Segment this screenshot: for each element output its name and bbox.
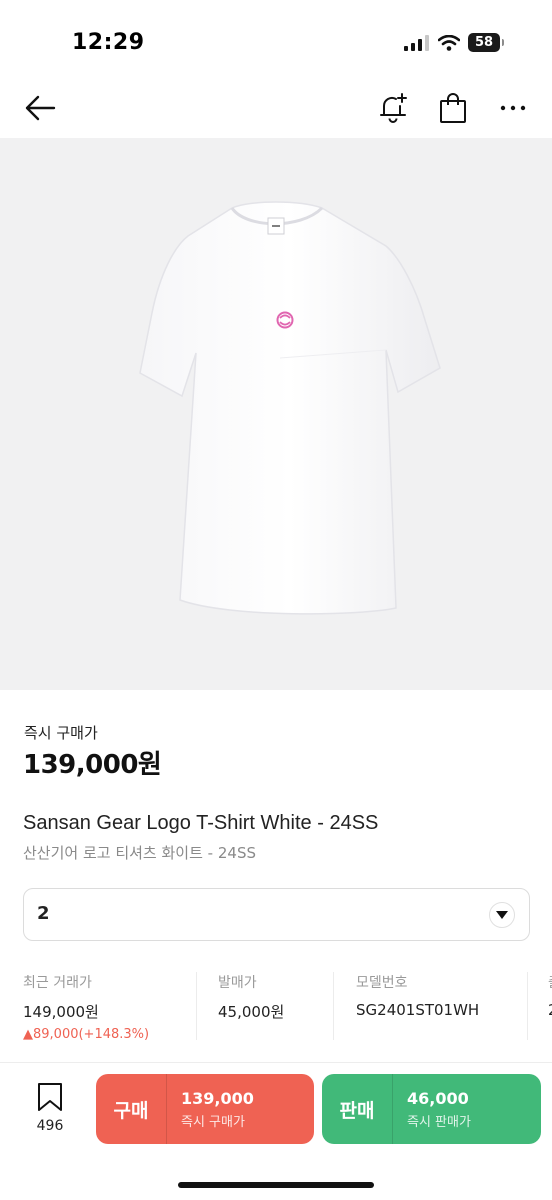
tshirt-image	[139, 201, 441, 615]
bell-plus-icon	[380, 93, 407, 123]
release-price: 발매가 45,000원	[196, 972, 284, 1040]
sell-sub-label: 즉시 판매가	[407, 1114, 471, 1130]
cart-button[interactable]	[431, 86, 475, 130]
model-number: 모델번호 SG2401ST01WH	[333, 972, 479, 1040]
bottom-bar-divider	[0, 1062, 552, 1063]
buy-price: 139,000	[181, 1088, 254, 1108]
status-bar: 12:29 58	[0, 0, 552, 80]
sell-price: 46,000	[407, 1088, 469, 1108]
status-time: 12:29	[72, 30, 145, 55]
product-title-korean: 산산기어 로고 티셔츠 화이트 - 24SS	[23, 844, 256, 862]
buy-label: 구매	[113, 1099, 149, 1122]
wishlist-count: 496	[36, 1118, 64, 1134]
cellular-signal-icon	[404, 34, 429, 51]
home-indicator	[178, 1182, 374, 1188]
battery-level: 58	[468, 33, 500, 52]
instant-buy-price: 139,000원	[23, 750, 162, 780]
instant-buy-price-label: 즉시 구매가	[24, 724, 98, 742]
product-title: Sansan Gear Logo T-Shirt White - 24SS	[23, 812, 379, 834]
sell-button[interactable]: 판매 46,000 즉시 판매가	[322, 1074, 541, 1144]
status-icons: 58	[404, 33, 504, 52]
more-button[interactable]	[491, 86, 535, 130]
arrow-left-icon	[25, 95, 56, 121]
wifi-icon	[438, 34, 460, 51]
size-select[interactable]: 2	[23, 888, 530, 941]
bookmark-icon	[38, 1083, 62, 1111]
sell-label: 판매	[339, 1099, 375, 1122]
chevron-down-icon	[489, 902, 515, 928]
product-info-strip[interactable]: 최근 거래가 149,000원 ▲89,000(+148.3%) 발매가 45,…	[0, 972, 552, 1044]
top-nav	[0, 80, 552, 138]
product-image[interactable]	[0, 138, 552, 690]
price-alert-button[interactable]	[371, 86, 415, 130]
buy-button[interactable]: 구매 139,000 즉시 구매가	[96, 1074, 314, 1144]
release-date-partial: 출 2	[527, 972, 552, 1040]
recent-trade-price: 최근 거래가 149,000원 ▲89,000(+148.3%)	[23, 975, 150, 1042]
back-button[interactable]	[18, 86, 62, 130]
more-horizontal-icon	[500, 105, 526, 111]
battery-icon: 58	[468, 33, 504, 52]
wishlist-button[interactable]: 496	[28, 1082, 72, 1138]
buy-sub-label: 즉시 구매가	[181, 1114, 245, 1130]
price-change: ▲89,000(+148.3%)	[23, 1027, 150, 1042]
size-selected-value: 2	[37, 903, 50, 924]
shopping-bag-icon	[440, 93, 466, 123]
